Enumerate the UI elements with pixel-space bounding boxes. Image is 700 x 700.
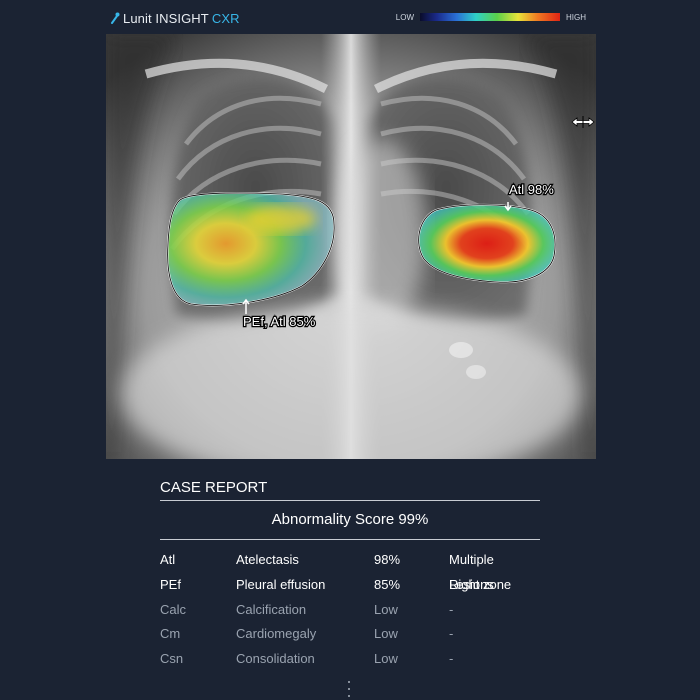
- finding-abbr: Calc: [160, 601, 187, 617]
- finding-name: Consolidation: [236, 651, 315, 667]
- lunit-logo-icon: [111, 12, 120, 24]
- finding-score: Low: [374, 626, 398, 642]
- header-bar: Lunit INSIGHT CXR LOW HIGH: [106, 0, 596, 34]
- finding-score: 98%: [374, 552, 401, 567]
- case-report-panel: CASE REPORT Abnormality Score 99% Atl Ate…: [160, 470, 540, 672]
- brand-product: CXR: [211, 10, 240, 26]
- finding-location: -: [449, 626, 454, 642]
- finding-row[interactable]: Calc Calcification Low -: [160, 598, 540, 623]
- scale-high-label: HIGH: [566, 12, 586, 22]
- finding-abbr: Cm: [160, 626, 181, 642]
- lesion-label-pef-atl: PEf, Atl 85%: [243, 314, 316, 329]
- findings-table: Atl Atelectasis 98% Multiple Lesions PEf Pleu…: [160, 548, 540, 672]
- brand-name: Lunit INSIGHT: [123, 10, 209, 26]
- finding-location: Multiple Lesions: [449, 552, 494, 592]
- finding-row[interactable]: Csn Consolidation Low -: [160, 647, 540, 672]
- finding-abbr: Csn: [160, 651, 184, 667]
- finding-abbr: PEf: [160, 576, 181, 592]
- abnormality-score: Abnormality Score 99%: [271, 511, 429, 528]
- finding-location: -: [449, 601, 454, 617]
- finding-row[interactable]: Atl Atelectasis 98% Multiple Lesions: [160, 548, 540, 592]
- finding-name: Atelectasis: [236, 552, 299, 567]
- scale-gradient-bar: [420, 13, 560, 21]
- app-logo: Lunit INSIGHT CXR: [110, 9, 240, 27]
- finding-score: Low: [374, 601, 398, 617]
- report-divider-bottom: [160, 539, 540, 540]
- xray-image: Atl 98% PEf, Atl 85%: [106, 34, 596, 459]
- heatmap-scale-legend: LOW HIGH: [396, 11, 586, 23]
- report-title: CASE REPORT: [160, 479, 268, 496]
- finding-row[interactable]: Cm Cardiomegaly Low -: [160, 622, 540, 647]
- finding-row[interactable]: PEf Pleural effusion 85% Right zone: [160, 573, 540, 598]
- finding-name: Calcification: [236, 601, 307, 617]
- xray-viewer[interactable]: Atl 98% PEf, Atl 85%: [106, 34, 596, 459]
- finding-score: Low: [374, 651, 398, 667]
- finding-abbr: Atl: [160, 552, 176, 567]
- finding-name: Cardiomegaly: [236, 626, 317, 642]
- more-options-icon[interactable]: [345, 681, 353, 697]
- heatmap-lesion-right[interactable]: [417, 203, 556, 284]
- finding-name: Pleural effusion: [236, 576, 326, 592]
- finding-location: Right zone: [449, 576, 512, 592]
- finding-score: 85%: [374, 576, 401, 592]
- scale-low-label: LOW: [395, 12, 414, 22]
- lesion-label-atl: Atl 98%: [509, 182, 554, 197]
- finding-location: -: [449, 651, 454, 667]
